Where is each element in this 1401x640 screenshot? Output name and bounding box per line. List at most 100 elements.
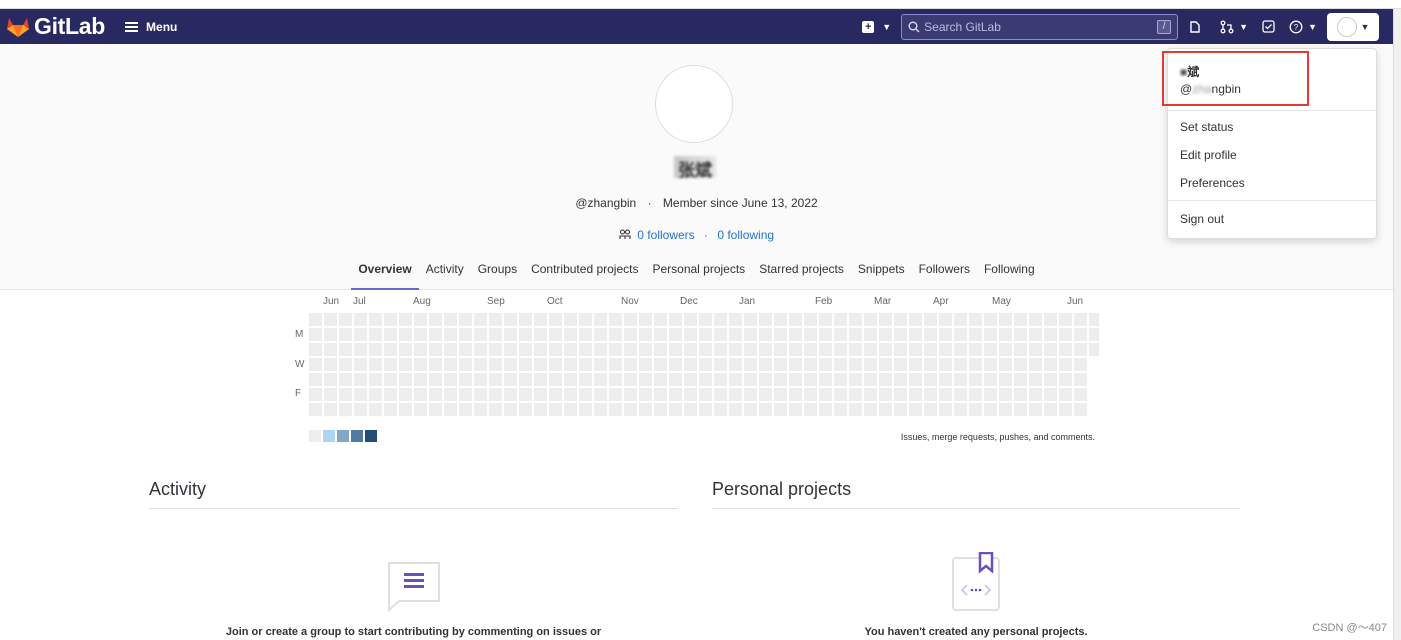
calendar-day-cell[interactable] [939,403,952,416]
calendar-day-cell[interactable] [369,358,382,371]
calendar-day-cell[interactable] [789,313,802,326]
calendar-day-cell[interactable] [1059,313,1072,326]
calendar-day-cell[interactable] [579,373,592,386]
calendar-day-cell[interactable] [474,328,487,341]
calendar-day-cell[interactable] [669,358,682,371]
calendar-day-cell[interactable] [1044,328,1057,341]
calendar-day-cell[interactable] [414,328,427,341]
calendar-day-cell[interactable] [399,373,412,386]
calendar-day-cell[interactable] [909,313,922,326]
calendar-day-cell[interactable] [909,328,922,341]
calendar-day-cell[interactable] [1014,373,1027,386]
calendar-day-cell[interactable] [1044,313,1057,326]
calendar-day-cell[interactable] [609,343,622,356]
calendar-day-cell[interactable] [909,373,922,386]
calendar-day-cell[interactable] [1014,403,1027,416]
calendar-day-cell[interactable] [564,388,577,401]
calendar-day-cell[interactable] [504,343,517,356]
issues-button[interactable] [1188,20,1202,34]
calendar-day-cell[interactable] [1014,388,1027,401]
calendar-day-cell[interactable] [624,388,637,401]
calendar-day-cell[interactable] [759,403,772,416]
calendar-day-cell[interactable] [384,343,397,356]
calendar-day-cell[interactable] [924,373,937,386]
calendar-day-cell[interactable] [339,373,352,386]
calendar-day-cell[interactable] [969,373,982,386]
calendar-day-cell[interactable] [714,403,727,416]
calendar-day-cell[interactable] [1074,343,1087,356]
calendar-day-cell[interactable] [309,328,322,341]
calendar-day-cell[interactable] [504,328,517,341]
calendar-day-cell[interactable] [324,343,337,356]
calendar-day-cell[interactable] [774,373,787,386]
edit-profile-item[interactable]: Edit profile [1180,148,1237,162]
calendar-day-cell[interactable] [999,358,1012,371]
calendar-day-cell[interactable] [549,358,562,371]
calendar-day-cell[interactable] [864,373,877,386]
calendar-day-cell[interactable] [879,328,892,341]
calendar-day-cell[interactable] [669,403,682,416]
calendar-day-cell[interactable] [924,403,937,416]
calendar-day-cell[interactable] [399,388,412,401]
calendar-day-cell[interactable] [414,373,427,386]
calendar-day-cell[interactable] [399,343,412,356]
calendar-day-cell[interactable] [714,313,727,326]
calendar-day-cell[interactable] [639,313,652,326]
calendar-day-cell[interactable] [984,358,997,371]
calendar-day-cell[interactable] [1074,358,1087,371]
calendar-day-cell[interactable] [594,313,607,326]
calendar-day-cell[interactable] [669,373,682,386]
calendar-day-cell[interactable] [819,373,832,386]
calendar-day-cell[interactable] [849,328,862,341]
calendar-day-cell[interactable] [1059,403,1072,416]
calendar-day-cell[interactable] [684,403,697,416]
calendar-day-cell[interactable] [924,388,937,401]
calendar-day-cell[interactable] [999,388,1012,401]
calendar-day-cell[interactable] [879,313,892,326]
calendar-day-cell[interactable] [504,373,517,386]
calendar-day-cell[interactable] [414,313,427,326]
calendar-day-cell[interactable] [1014,343,1027,356]
calendar-day-cell[interactable] [969,388,982,401]
calendar-day-cell[interactable] [624,403,637,416]
calendar-day-cell[interactable] [864,343,877,356]
calendar-day-cell[interactable] [474,388,487,401]
profile-avatar[interactable] [655,65,733,143]
calendar-day-cell[interactable] [954,388,967,401]
calendar-day-cell[interactable] [534,313,547,326]
calendar-day-cell[interactable] [804,358,817,371]
calendar-day-cell[interactable] [324,358,337,371]
following-link[interactable]: 0 following [717,228,774,242]
calendar-day-cell[interactable] [999,373,1012,386]
calendar-day-cell[interactable] [744,328,757,341]
calendar-day-cell[interactable] [534,328,547,341]
calendar-day-cell[interactable] [534,358,547,371]
calendar-day-cell[interactable] [894,313,907,326]
calendar-day-cell[interactable] [504,388,517,401]
calendar-day-cell[interactable] [819,358,832,371]
calendar-day-cell[interactable] [459,328,472,341]
calendar-day-cell[interactable] [804,328,817,341]
calendar-day-cell[interactable] [684,358,697,371]
calendar-day-cell[interactable] [849,343,862,356]
calendar-day-cell[interactable] [564,328,577,341]
calendar-day-cell[interactable] [384,403,397,416]
calendar-day-cell[interactable] [354,343,367,356]
calendar-day-cell[interactable] [834,358,847,371]
calendar-day-cell[interactable] [624,328,637,341]
calendar-day-cell[interactable] [654,373,667,386]
page-scrollbar[interactable] [1393,9,1401,640]
calendar-day-cell[interactable] [879,358,892,371]
help-button[interactable]: ? ▼ [1289,20,1317,34]
calendar-day-cell[interactable] [969,403,982,416]
search-input[interactable]: Search GitLab / [901,13,1179,40]
calendar-day-cell[interactable] [1014,313,1027,326]
calendar-day-cell[interactable] [774,343,787,356]
calendar-day-cell[interactable] [1044,343,1057,356]
calendar-day-cell[interactable] [609,388,622,401]
calendar-day-cell[interactable] [684,328,697,341]
calendar-day-cell[interactable] [789,343,802,356]
calendar-day-cell[interactable] [369,313,382,326]
calendar-day-cell[interactable] [954,403,967,416]
calendar-day-cell[interactable] [729,388,742,401]
